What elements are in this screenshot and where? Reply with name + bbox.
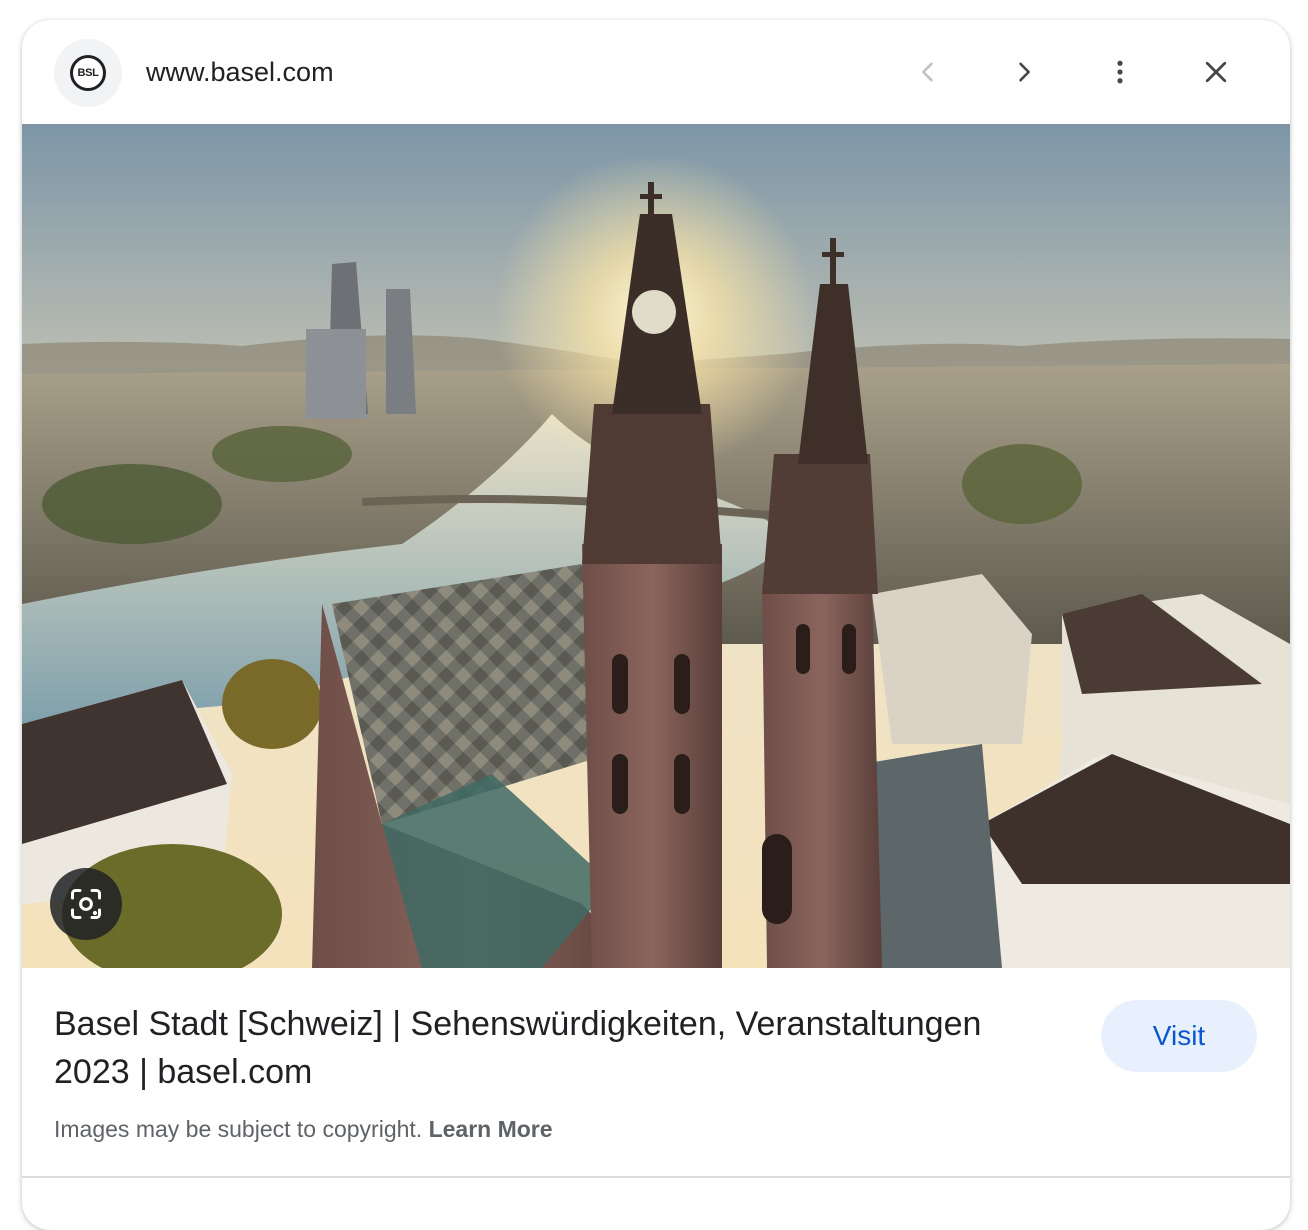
image-preview-panel: BSL www.basel.com Basel Stadt [Schweiz] … (22, 20, 1290, 1230)
preview-header: BSL www.basel.com (22, 20, 1290, 124)
google-lens-button[interactable] (50, 868, 122, 940)
previous-button[interactable] (902, 46, 954, 98)
copyright-notice: Images may be subject to copyright. Lear… (54, 1114, 553, 1144)
more-options-button[interactable] (1094, 46, 1146, 98)
visit-button[interactable]: Visit (1101, 1000, 1257, 1072)
google-lens-icon (71, 889, 101, 919)
more-vert-icon (1117, 60, 1123, 84)
next-button[interactable] (998, 46, 1050, 98)
site-favicon[interactable]: BSL (54, 39, 122, 107)
copyright-text: Images may be subject to copyright. (54, 1116, 423, 1142)
close-button[interactable] (1190, 46, 1242, 98)
learn-more-link[interactable]: Learn More (429, 1116, 553, 1142)
favicon-logo: BSL (70, 55, 106, 91)
preview-image[interactable] (22, 124, 1290, 968)
result-title[interactable]: Basel Stadt [Schweiz] | Sehenswürdigkeit… (54, 1000, 1064, 1096)
close-icon (1205, 61, 1227, 83)
site-domain[interactable]: www.basel.com (146, 56, 334, 88)
basel-cathedral-photo (22, 124, 1290, 968)
chevron-left-icon (922, 62, 933, 82)
divider (22, 1176, 1290, 1178)
chevron-right-icon (1019, 62, 1030, 82)
